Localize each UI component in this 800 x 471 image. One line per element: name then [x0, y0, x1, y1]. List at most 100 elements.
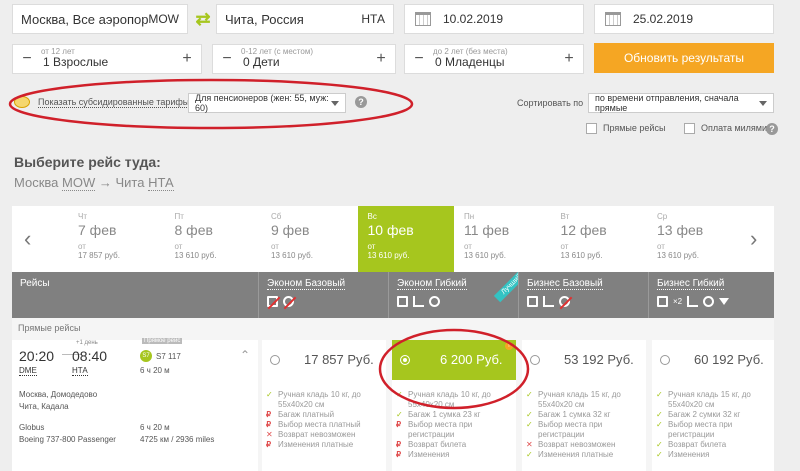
baggage-icon: [397, 296, 408, 307]
refund-icon: [429, 296, 440, 307]
miles-filter-label: Оплата милями: [701, 123, 768, 133]
check-icon: ✓: [656, 450, 663, 459]
children-plus-button[interactable]: +: [367, 50, 395, 68]
section-title: Выберите рейс туда:: [14, 154, 161, 170]
arrival-airport: Чита, Кадала: [19, 402, 69, 411]
cross-icon: ✕: [266, 430, 273, 439]
baggage-icon: [657, 296, 668, 307]
departure-airport: Москва, Домодедово: [19, 390, 98, 399]
direct-filter[interactable]: Прямые рейсы: [586, 123, 665, 135]
cross-icon: ✕: [526, 440, 533, 449]
miles-filter[interactable]: Оплата милями: [684, 123, 768, 135]
fare-option-business-flex[interactable]: 60 192 Руб. ✓ Ручная кладь 15 кг, до 55х4…: [652, 340, 774, 471]
fare-feature: ₽ Выбор места при регистрации: [396, 420, 512, 440]
swap-icon[interactable]: ⇄: [192, 8, 214, 30]
collapse-icon[interactable]: ⌃: [240, 348, 250, 362]
seat-icon: [543, 296, 554, 307]
seat-icon: [687, 296, 699, 307]
date-option[interactable]: Пт 8 фев от 13 610 руб.: [165, 206, 261, 272]
distance: 4725 км / 2936 miles: [140, 435, 215, 444]
fare-feature-text: Ручная кладь 10 кг, до 55х40х20 см: [278, 390, 361, 409]
fare-feature-text: Возврат невозможен: [538, 440, 616, 449]
fare-header-economy-flex[interactable]: Эконом Гибкий Лучший: [388, 272, 518, 318]
prev-dates-button[interactable]: ‹: [24, 226, 31, 252]
fare-feature-text: Изменения платные: [538, 450, 614, 459]
baggage-icon: [527, 296, 538, 307]
fare-price: 60 192 Руб.: [694, 352, 764, 367]
fare-name: Бизнес Гибкий: [657, 278, 725, 290]
adults-plus-button[interactable]: +: [173, 50, 201, 68]
miles-checkbox[interactable]: [684, 123, 695, 135]
route-from-code: MOW: [62, 175, 96, 191]
date-dow: Чт: [78, 212, 87, 221]
fare-feature: ✓ Ручная кладь 10 кг, до 55х40х20 см: [266, 390, 382, 410]
origin-code: MOW: [148, 12, 179, 26]
glass-icon: [719, 298, 730, 305]
date-option[interactable]: Вс 10 фев от 13 610 руб.: [357, 206, 454, 272]
adults-stepper[interactable]: от 12 лет − 1 Взрослые +: [12, 44, 202, 74]
fare-radio[interactable]: [660, 355, 670, 365]
check-icon: ✓: [266, 390, 273, 399]
arrival-code: НТА: [72, 366, 88, 376]
fare-feature: ₽ Возврат билета: [396, 440, 512, 450]
fare-header-business-flex[interactable]: Бизнес Гибкий ×2: [648, 272, 774, 318]
origin-field[interactable]: Москва, Все аэропорты MOW: [12, 4, 188, 34]
fare-feature-text: Багаж платный: [278, 410, 335, 419]
fare-feature: ✓ Изменения платные: [526, 450, 642, 460]
date-option[interactable]: Ср 13 фев от 13 610 руб.: [647, 206, 743, 272]
fare-feature: ₽ Изменения: [396, 450, 512, 460]
fare-option-business-basic[interactable]: 53 192 Руб. ✓ Ручная кладь 15 кг, до 55х4…: [522, 340, 646, 471]
update-results-button[interactable]: Обновить результаты: [594, 43, 774, 73]
flights-header: Рейсы: [12, 272, 258, 318]
fare-feature: ✓ Выбор места при регистрации: [656, 420, 772, 440]
check-icon: ✓: [656, 420, 663, 429]
date-price: 13 610 руб.: [657, 251, 699, 260]
fare-feature: ✓ Ручная кладь 15 кг, до 55х40х20 см: [656, 390, 772, 410]
date-option[interactable]: Сб 9 фев от 13 610 руб.: [261, 206, 357, 272]
infants-plus-button[interactable]: +: [555, 50, 583, 68]
destination-city: Чита, Россия: [225, 11, 304, 27]
fare-header-economy-basic[interactable]: Эконом Базовый: [258, 272, 388, 318]
next-dates-button[interactable]: ›: [750, 226, 757, 252]
chevron-down-icon: [759, 100, 767, 106]
calendar-icon: [605, 12, 621, 26]
date-option[interactable]: Вт 12 фев от 13 610 руб.: [551, 206, 647, 272]
children-hint: 0-12 лет (с местом): [241, 47, 313, 56]
route-breadcrumb: Москва MOW → Чита НТА: [14, 175, 174, 191]
date-ot: от: [271, 242, 279, 251]
date-dow: Вт: [560, 212, 570, 221]
fare-option-economy-basic[interactable]: 17 857 Руб. ✓ Ручная кладь 10 кг, до 55х4…: [262, 340, 386, 471]
children-stepper[interactable]: 0-12 лет (с местом) − 0 Дети +: [212, 44, 396, 74]
date-out-field[interactable]: 10.02.2019: [404, 4, 584, 34]
fare-header-business-basic[interactable]: Бизнес Базовый: [518, 272, 648, 318]
date-back-field[interactable]: 25.02.2019: [594, 4, 774, 34]
date-day: 10 фев: [367, 222, 414, 238]
infants-minus-button[interactable]: −: [405, 50, 433, 68]
sort-select-value: по времени отправления, сначала прямые: [595, 93, 739, 113]
arrival-next-day: +1 день: [76, 340, 98, 346]
adults-minus-button[interactable]: −: [13, 50, 41, 68]
fare-feature: ✓ Изменения: [656, 450, 772, 460]
fare-feature-text: Выбор места платный: [278, 420, 361, 429]
destination-field[interactable]: Чита, Россия НТА: [216, 4, 394, 34]
sort-select[interactable]: по времени отправления, сначала прямые: [588, 93, 774, 113]
flight-info-card[interactable]: 20:20 +1 день 08:40 DME НТА Прямое рейс …: [12, 338, 258, 471]
direct-checkbox[interactable]: [586, 123, 597, 135]
fare-features: ✓ Ручная кладь 15 кг, до 55х40х20 см ✓ Бага…: [656, 390, 772, 460]
fare-feature-text: Ручная кладь 15 кг, до 55х40х20 см: [668, 390, 751, 409]
date-day: 11 фев: [464, 222, 510, 238]
refund-icon: [559, 296, 570, 307]
infants-stepper[interactable]: до 2 лет (без места) − 0 Младенцы +: [404, 44, 584, 74]
date-option[interactable]: Чт 7 фев от 17 857 руб.: [68, 206, 164, 272]
children-minus-button[interactable]: −: [213, 50, 241, 68]
fare-feature-text: Изменения платные: [278, 440, 354, 449]
fare-radio[interactable]: [270, 355, 280, 365]
date-option[interactable]: Пн 11 фев от 13 610 руб.: [454, 206, 550, 272]
fare-feature: ✓ Багаж 1 сумка 32 кг: [526, 410, 642, 420]
date-ot: от: [560, 242, 569, 251]
info-icon[interactable]: ?: [766, 123, 778, 135]
arrival-time: 08:40: [72, 348, 108, 364]
fare-features: ✓ Ручная кладь 10 кг, до 55х40х20 см ₽ Бага…: [266, 390, 382, 450]
fare-feature-text: Выбор места при регистрации: [668, 420, 733, 439]
date-ot: от: [464, 242, 472, 251]
